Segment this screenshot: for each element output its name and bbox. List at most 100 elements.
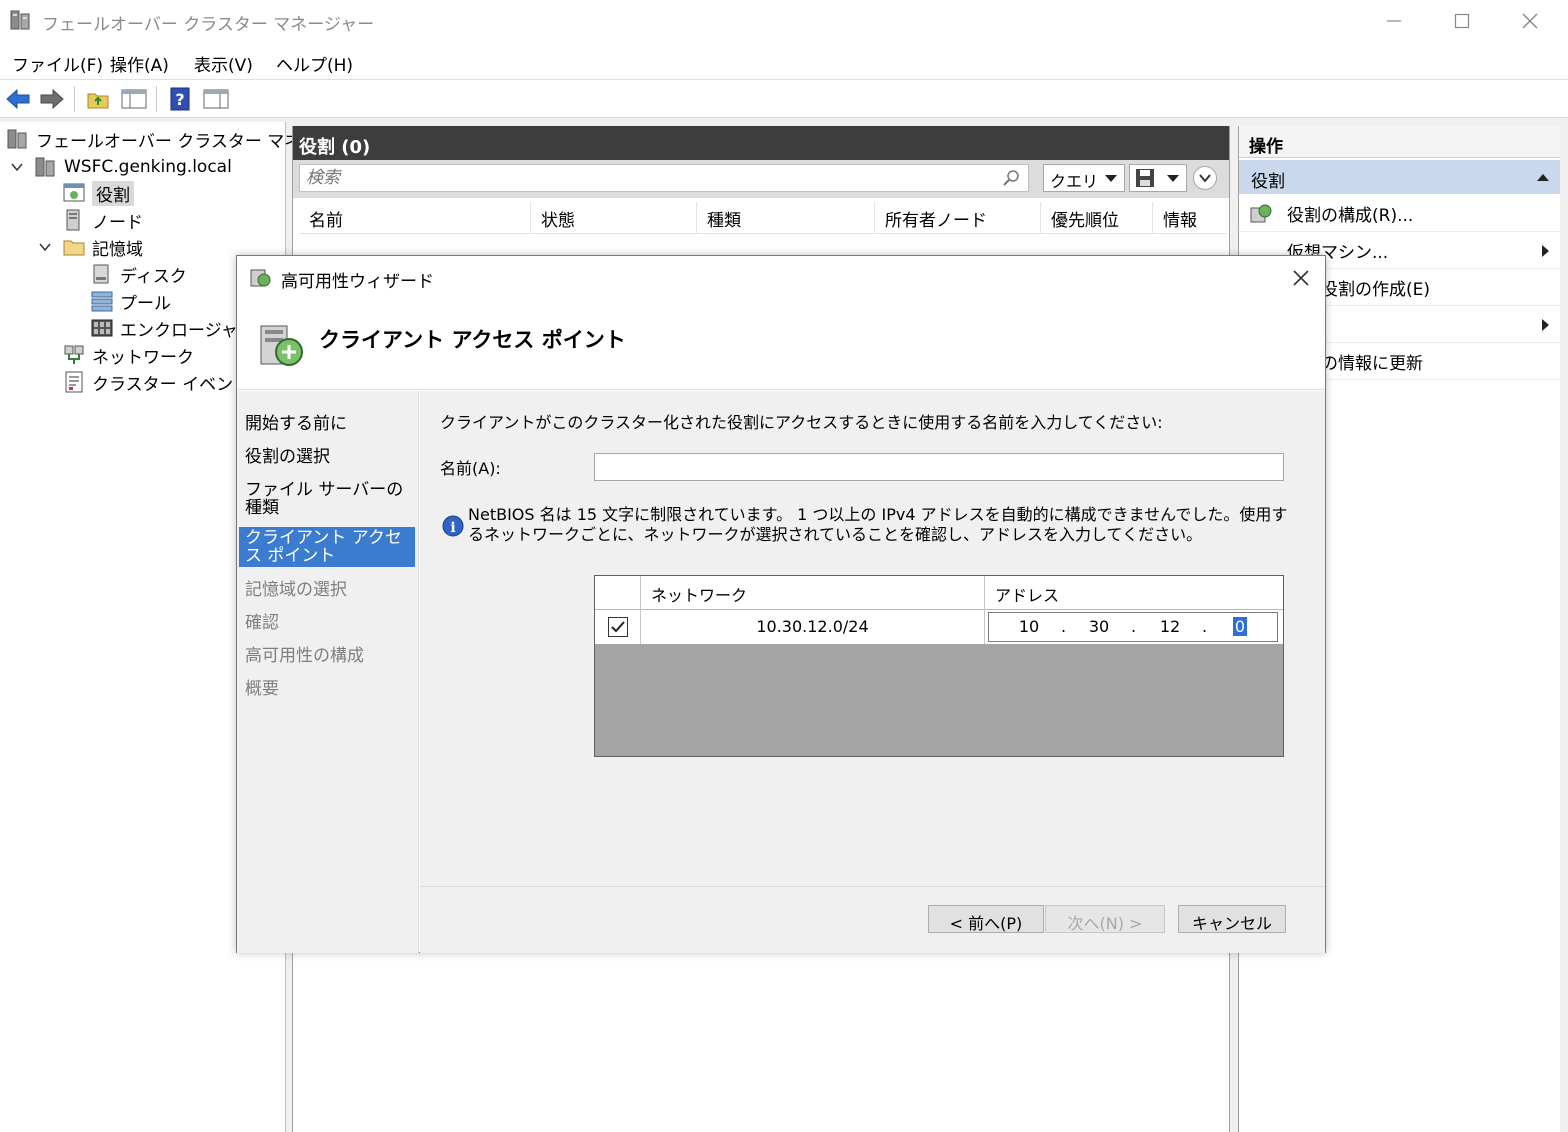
up-folder-button[interactable]	[84, 85, 112, 113]
show-action-pane-button[interactable]	[202, 85, 230, 113]
ip-octet-2[interactable]: 30	[1081, 617, 1117, 636]
grid-header-network: ネットワーク	[641, 576, 985, 610]
menu-help[interactable]: ヘルプ(H)	[276, 51, 353, 76]
network-value: 10.30.12.0/24	[641, 610, 985, 644]
chevron-down-icon[interactable]	[10, 160, 24, 174]
tree-item-enclosures[interactable]: エンクロージャ	[90, 315, 238, 341]
forward-arrow-icon	[40, 88, 64, 110]
tree-item-storage[interactable]: 記憶域	[62, 234, 143, 260]
wizard-page-title: クライアント アクセス ポイント	[319, 328, 626, 352]
configure-role-icon	[1250, 204, 1272, 222]
menu-action[interactable]: 操作(A)	[110, 51, 169, 76]
tree-item-disks[interactable]: ディスク	[90, 261, 187, 287]
window-title: フェールオーバー クラスター マネージャー	[42, 15, 375, 35]
menu-bar: ファイル(F) 操作(A) 表示(V) ヘルプ(H)	[0, 42, 1568, 80]
folder-icon	[63, 240, 85, 256]
back-button[interactable]: < 前へ(P)	[928, 905, 1044, 933]
minimize-button[interactable]	[1360, 0, 1428, 42]
console-tree-icon	[121, 89, 147, 109]
minimize-icon	[1387, 20, 1401, 22]
maximize-button[interactable]	[1428, 0, 1496, 42]
cancel-button[interactable]: キャンセル	[1178, 905, 1286, 933]
step-client-access-point: クライアント アクセス ポイント	[239, 527, 415, 567]
query-dropdown[interactable]: クエリ	[1043, 164, 1125, 192]
collapse-arrow-icon	[1537, 174, 1549, 181]
network-check-cell	[595, 610, 641, 644]
column-priority[interactable]: 優先順位	[1041, 202, 1153, 234]
tree-item-networks[interactable]: ネットワーク	[62, 342, 194, 368]
ip-octet-1[interactable]: 10	[1011, 617, 1047, 636]
ip-octet-3[interactable]: 12	[1152, 617, 1188, 636]
step-configure-ha: 高可用性の構成	[245, 646, 364, 666]
dropdown-arrow-icon	[1105, 175, 1117, 182]
tree-item-roles[interactable]: 役割	[62, 180, 134, 206]
search-icon[interactable]	[1002, 169, 1020, 187]
show-hide-tree-button[interactable]	[120, 85, 148, 113]
wizard-footer: < 前へ(P) 次へ(N) > キャンセル	[420, 886, 1325, 953]
dropdown-arrow-icon	[1167, 175, 1179, 182]
search-box	[299, 164, 1029, 192]
submenu-arrow-icon	[1542, 318, 1549, 331]
close-icon	[1522, 13, 1538, 29]
disk-icon	[93, 264, 109, 284]
tree-item-nodes[interactable]: ノード	[62, 207, 143, 233]
forward-button[interactable]	[38, 85, 66, 113]
actions-header: 操作	[1239, 126, 1560, 158]
grid-header-address: アドレス	[995, 586, 1060, 605]
step-before-you-begin: 開始する前に	[245, 414, 347, 434]
cluster-manager-icon	[10, 10, 30, 30]
column-owner-node[interactable]: 所有者ノード	[875, 202, 1041, 234]
next-button[interactable]: 次へ(N) >	[1045, 905, 1165, 933]
query-label: クエリ	[1050, 172, 1099, 191]
menu-view[interactable]: 表示(V)	[194, 51, 253, 76]
pool-icon	[91, 291, 113, 312]
save-query-button[interactable]	[1129, 164, 1187, 192]
chevron-down-icon[interactable]	[38, 240, 52, 254]
toolbar-separator	[74, 86, 75, 112]
network-icon	[64, 345, 84, 364]
wizard-close-button[interactable]	[1287, 264, 1315, 292]
chevron-down-icon	[1199, 174, 1211, 183]
column-name[interactable]: 名前	[299, 202, 531, 234]
close-window-button[interactable]	[1496, 0, 1564, 42]
network-row: 10.30.12.0/24 10 . 30 . 12 . 0	[595, 610, 1283, 644]
column-status[interactable]: 状態	[531, 202, 697, 234]
step-select-storage: 記憶域の選択	[245, 580, 347, 600]
wizard-title: 高可用性ウィザード	[281, 272, 434, 292]
menu-file[interactable]: ファイル(F)	[12, 51, 103, 76]
step-confirmation: 確認	[245, 613, 279, 633]
svg-text:?: ?	[175, 90, 184, 109]
wizard-title-bar: 高可用性ウィザード	[237, 256, 1325, 300]
ip-dot: .	[1131, 617, 1137, 636]
toolbar: ?	[0, 80, 1568, 118]
wizard-icon	[250, 269, 271, 287]
network-grid-header: ネットワーク アドレス	[595, 576, 1283, 610]
step-select-role: 役割の選択	[245, 447, 330, 467]
back-button[interactable]	[4, 85, 32, 113]
network-checkbox[interactable]	[607, 617, 628, 637]
name-input[interactable]	[594, 453, 1284, 481]
tree-item-cluster[interactable]: WSFC.genking.local	[34, 154, 232, 180]
enclosure-icon	[91, 319, 113, 337]
actions-section-roles[interactable]: 役割	[1239, 160, 1560, 194]
column-info[interactable]: 情報	[1153, 202, 1227, 234]
column-type[interactable]: 種類	[697, 202, 875, 234]
maximize-icon	[1454, 13, 1470, 29]
action-configure-role[interactable]: 役割の構成(R)...	[1239, 196, 1560, 232]
ip-octet-4[interactable]: 0	[1222, 617, 1258, 636]
cluster-icon	[35, 157, 55, 177]
ip-address-field[interactable]: 10 . 30 . 12 . 0	[988, 612, 1278, 642]
grid-header-check	[595, 576, 641, 610]
help-button[interactable]: ?	[166, 85, 194, 113]
toolbar-separator	[156, 86, 157, 112]
checkmark-icon	[610, 621, 625, 633]
wizard-header: クライアント アクセス ポイント	[237, 300, 1325, 390]
save-icon	[1136, 169, 1154, 187]
info-icon: i	[442, 515, 464, 537]
wizard-steps: 開始する前に 役割の選択 ファイル サーバーの種類 クライアント アクセス ポイ…	[237, 391, 419, 953]
wizard-body: クライアントがこのクラスター化された役割にアクセスするときに使用する名前を入力し…	[420, 391, 1325, 886]
search-input[interactable]	[300, 165, 990, 191]
expand-query-button[interactable]	[1193, 166, 1217, 190]
tree-item-events[interactable]: クラスター イベント	[62, 369, 250, 395]
tree-item-pools[interactable]: プール	[90, 288, 171, 314]
